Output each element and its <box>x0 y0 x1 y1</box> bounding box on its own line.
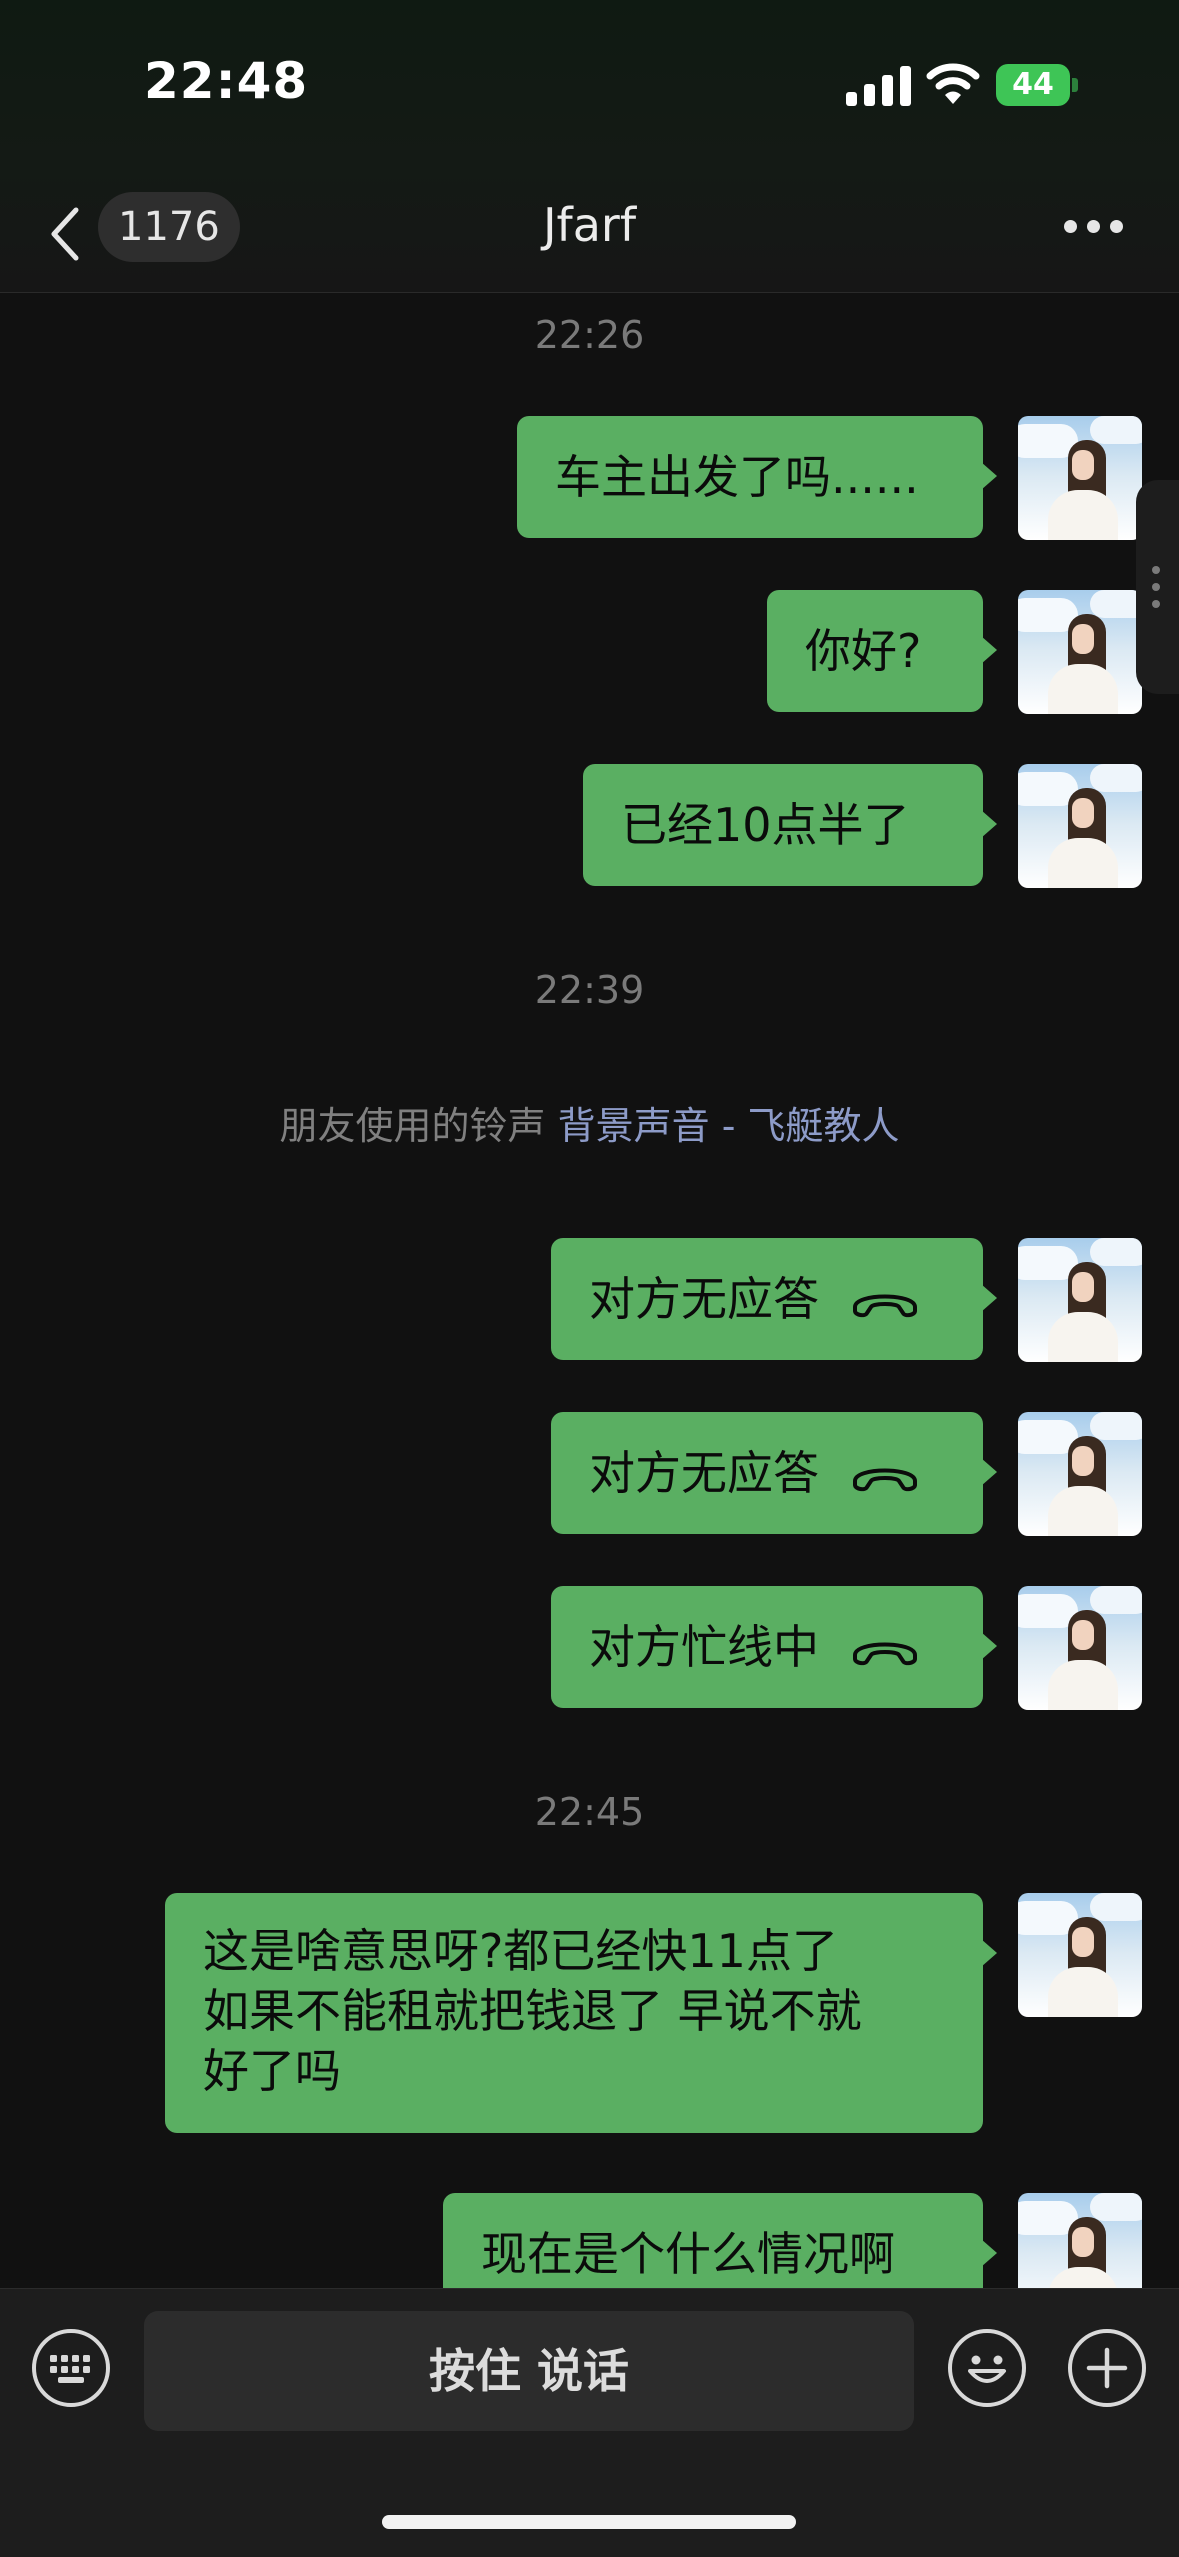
call-record-bubble[interactable]: 对方无应答 <box>551 1238 997 1360</box>
hang-up-icon <box>853 1294 917 1317</box>
chat-title: Jfarf <box>542 198 637 252</box>
timestamp: 22:39 <box>534 968 645 1012</box>
timestamp: 22:26 <box>534 313 645 357</box>
message-line: 好了吗 <box>203 2044 341 2098</box>
call-record-bubble[interactable]: 对方忙线中 <box>551 1586 997 1708</box>
call-status-text: 对方无应答 <box>589 1446 819 1500</box>
hang-up-icon <box>853 1468 917 1491</box>
sent-message-bubble[interactable]: 这是啥意思呀?都已经快11点了 如果不能租就把钱退了 早说不就 好了吗 <box>165 1893 997 2133</box>
message-line: 这是啥意思呀?都已经快11点了 <box>203 1924 838 1978</box>
battery-level: 44 <box>996 64 1070 106</box>
message-line: 如果不能租就把钱退了 早说不就 <box>203 1984 862 2038</box>
signal-icon <box>846 64 912 106</box>
avatar[interactable] <box>1018 1238 1142 1362</box>
sent-message-bubble[interactable]: 现在是个什么情况啊 <box>443 2193 997 2288</box>
status-time: 22:48 <box>144 52 309 110</box>
plus-icon[interactable] <box>1068 2329 1146 2407</box>
emoji-icon[interactable] <box>948 2329 1026 2407</box>
input-bar: 按住 说话 <box>0 2288 1179 2557</box>
ringtone-notice: 朋友使用的铃声 背景声音 - 飞艇教人 <box>0 1095 1179 1150</box>
avatar[interactable] <box>1018 764 1142 888</box>
avatar[interactable] <box>1018 1412 1142 1536</box>
hang-up-icon <box>853 1642 917 1665</box>
chat-header: 1176 Jfarf <box>0 180 1179 292</box>
ringtone-prefix: 朋友使用的铃声 <box>279 1104 546 1148</box>
avatar[interactable] <box>1018 590 1142 714</box>
more-dots-icon[interactable] <box>1064 220 1124 240</box>
keyboard-icon[interactable] <box>32 2329 110 2407</box>
hold-to-talk-button[interactable]: 按住 说话 <box>144 2311 914 2431</box>
sent-message-bubble[interactable]: 车主出发了吗...... <box>517 416 997 538</box>
avatar[interactable] <box>1018 416 1142 540</box>
timestamp: 22:45 <box>534 1790 645 1834</box>
status-bar: 22:48 44 <box>0 0 1179 170</box>
avatar[interactable] <box>1018 2193 1142 2288</box>
sent-message-bubble[interactable]: 已经10点半了 <box>583 764 997 886</box>
message-list[interactable]: 22:26 车主出发了吗...... 你好? 已经10点半了 22:39 朋友使… <box>0 293 1179 2288</box>
ringtone-link[interactable]: 背景声音 - 飞艇教人 <box>558 1104 900 1148</box>
call-status-text: 对方忙线中 <box>589 1620 819 1674</box>
avatar[interactable] <box>1018 1893 1142 2017</box>
wifi-icon <box>926 63 980 104</box>
scroll-handle[interactable] <box>1136 480 1179 694</box>
sent-message-bubble[interactable]: 你好? <box>767 590 997 712</box>
call-record-bubble[interactable]: 对方无应答 <box>551 1412 997 1534</box>
home-indicator[interactable] <box>382 2515 796 2529</box>
call-status-text: 对方无应答 <box>589 1272 819 1326</box>
avatar[interactable] <box>1018 1586 1142 1710</box>
battery-icon: 44 <box>996 64 1080 106</box>
